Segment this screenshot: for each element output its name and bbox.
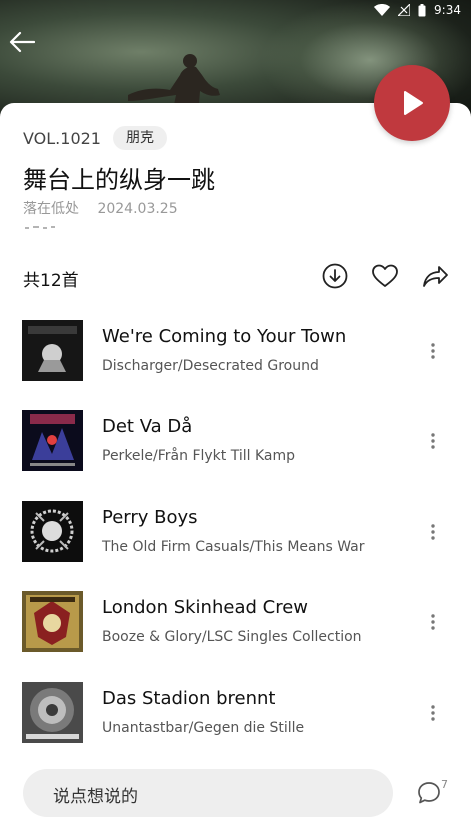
heart-icon xyxy=(372,264,398,287)
author-name[interactable]: 落在低处 xyxy=(23,201,79,217)
song-artist-album: Discharger/Desecrated Ground xyxy=(102,358,319,374)
download-icon xyxy=(322,263,348,289)
more-icon xyxy=(431,343,435,359)
genre-tag[interactable]: 朋克 xyxy=(113,126,167,150)
share-icon xyxy=(423,266,448,287)
play-all-button[interactable] xyxy=(374,65,450,141)
volume-number: VOL.1021 xyxy=(23,129,101,148)
more-icon xyxy=(431,524,435,540)
album-cover xyxy=(22,410,83,471)
comment-input[interactable]: 说点想说的 xyxy=(23,769,393,817)
more-options-button[interactable] xyxy=(422,428,444,454)
back-button[interactable] xyxy=(6,26,38,58)
song-row[interactable]: Perry Boys The Old Firm Casuals/This Mea… xyxy=(0,501,471,589)
more-icon xyxy=(431,433,435,449)
comment-bar: 说点想说的 7 xyxy=(0,760,471,839)
comment-placeholder: 说点想说的 xyxy=(53,787,138,807)
back-arrow-icon xyxy=(9,31,35,53)
song-title: Det Va Då xyxy=(102,416,193,437)
comment-count-badge: 7 xyxy=(441,778,448,791)
more-options-button[interactable] xyxy=(422,519,444,545)
song-title: Das Stadion brennt xyxy=(102,688,276,709)
song-row[interactable]: We're Coming to Your Town Discharger/Des… xyxy=(0,320,471,408)
song-row[interactable]: Det Va Då Perkele/Från Flykt Till Kamp xyxy=(0,410,471,498)
more-options-button[interactable] xyxy=(422,609,444,635)
comments-button[interactable] xyxy=(416,780,444,808)
signal-icon xyxy=(398,4,411,16)
status-bar: 9:34 xyxy=(374,0,461,20)
wifi-icon xyxy=(374,4,391,16)
album-cover xyxy=(22,501,83,562)
album-meta: 落在低处 2024.03.25 xyxy=(23,198,178,218)
truncated-description xyxy=(25,226,55,229)
comment-bubble-icon xyxy=(418,782,440,804)
song-row[interactable]: Das Stadion brennt Unantastbar/Gegen die… xyxy=(0,682,471,770)
album-cover xyxy=(22,591,83,652)
song-artist-album: The Old Firm Casuals/This Means War xyxy=(102,539,365,555)
publish-date: 2024.03.25 xyxy=(97,201,178,217)
song-artist-album: Booze & Glory/LSC Singles Collection xyxy=(102,629,362,645)
favorite-button[interactable] xyxy=(371,262,399,290)
song-title: London Skinhead Crew xyxy=(102,597,308,618)
song-artist-album: Perkele/Från Flykt Till Kamp xyxy=(102,448,295,464)
more-icon xyxy=(431,614,435,630)
share-button[interactable] xyxy=(421,262,449,290)
more-options-button[interactable] xyxy=(422,338,444,364)
song-artist-album: Unantastbar/Gegen die Stille xyxy=(102,720,305,736)
album-cover xyxy=(22,682,83,743)
song-title: Perry Boys xyxy=(102,507,198,528)
page-title: 舞台上的纵身一跳 xyxy=(23,166,215,194)
more-icon xyxy=(431,705,435,721)
song-row[interactable]: London Skinhead Crew Booze & Glory/LSC S… xyxy=(0,591,471,679)
download-button[interactable] xyxy=(321,262,349,290)
track-count: 共12首 xyxy=(23,271,79,291)
clock: 9:34 xyxy=(434,3,461,17)
album-actions xyxy=(321,262,449,290)
more-options-button[interactable] xyxy=(422,700,444,726)
album-cover xyxy=(22,320,83,381)
battery-icon xyxy=(418,3,426,17)
play-icon xyxy=(404,91,423,115)
song-title: We're Coming to Your Town xyxy=(102,326,347,347)
